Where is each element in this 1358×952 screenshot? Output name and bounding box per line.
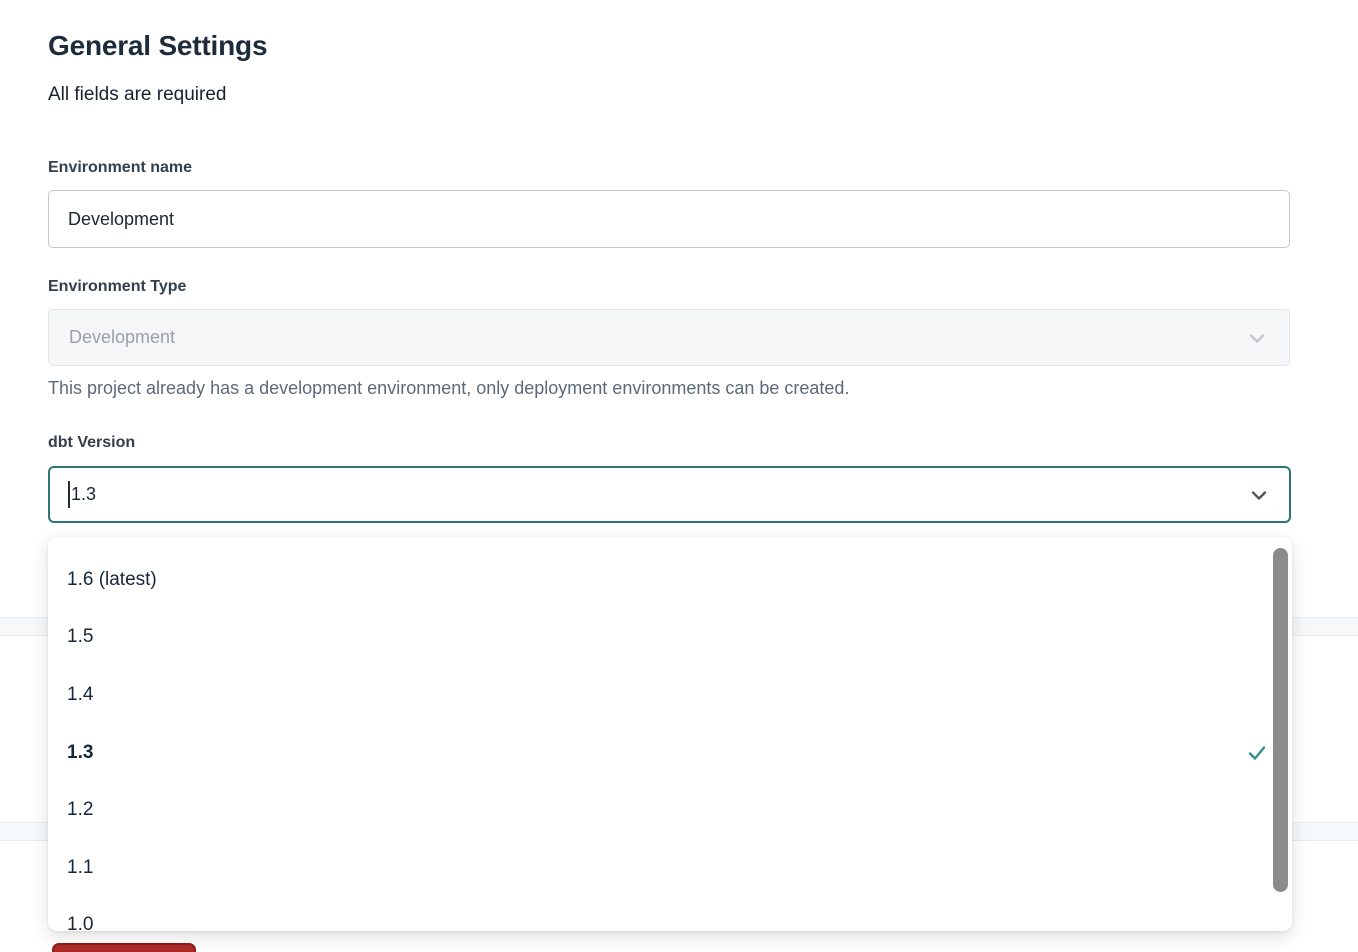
dropdown-option[interactable]: 1.3: [48, 724, 1292, 782]
dbt-version-value-wrap: 1.3: [68, 481, 96, 508]
environment-name-label: Environment name: [48, 159, 192, 177]
dropdown-option-label: 1.0: [67, 914, 93, 931]
chevron-down-icon: [1245, 326, 1269, 350]
environment-type-help-text: This project already has a development e…: [48, 378, 849, 399]
page-subtitle: All fields are required: [48, 84, 226, 106]
dbt-version-dropdown: 1.6 (latest) 1.5 1.4 1.3 1.2 1: [48, 537, 1292, 931]
dropdown-option-label: 1.1: [67, 857, 93, 879]
environment-name-input[interactable]: [48, 190, 1290, 248]
general-settings-page: General Settings All fields are required…: [0, 0, 1358, 952]
dbt-version-value: 1.3: [71, 484, 96, 505]
dropdown-option[interactable]: 1.0: [48, 897, 1292, 931]
dropdown-option[interactable]: 1.5: [48, 609, 1292, 667]
environment-type-label: Environment Type: [48, 278, 186, 296]
dropdown-option-label: 1.4: [67, 684, 93, 706]
environment-type-value: Development: [69, 327, 175, 348]
dropdown-option-label: 1.5: [67, 626, 93, 648]
dropdown-option[interactable]: 1.2: [48, 781, 1292, 839]
chevron-down-icon[interactable]: [1247, 483, 1271, 507]
dropdown-option-label: 1.6 (latest): [67, 569, 157, 591]
dropdown-option[interactable]: 1.4: [48, 666, 1292, 724]
dropdown-option-label: 1.3: [67, 742, 93, 764]
dropdown-option[interactable]: 1.1: [48, 839, 1292, 897]
check-icon: [1246, 742, 1268, 764]
dbt-version-label: dbt Version: [48, 434, 135, 452]
dropdown-option[interactable]: 1.6 (latest): [48, 551, 1292, 609]
dropdown-scrollbar-thumb[interactable]: [1273, 548, 1288, 892]
danger-button[interactable]: [52, 943, 196, 952]
dropdown-option-label: 1.2: [67, 799, 93, 821]
page-title: General Settings: [48, 30, 267, 62]
environment-type-select: Development: [48, 309, 1290, 366]
dbt-version-combobox[interactable]: 1.3: [48, 466, 1291, 523]
text-caret: [68, 481, 70, 508]
dropdown-options-list: 1.6 (latest) 1.5 1.4 1.3 1.2 1: [48, 537, 1292, 931]
